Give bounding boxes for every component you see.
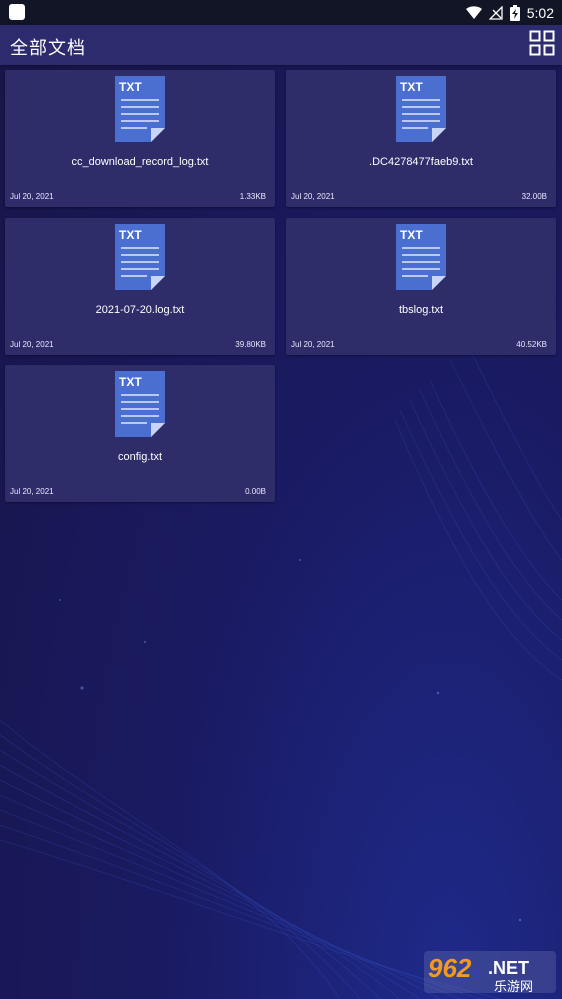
status-bar: 5:02 (0, 0, 562, 25)
file-date: Jul 20, 2021 (291, 192, 335, 201)
file-size: 0.00B (245, 487, 266, 496)
txt-file-icon: TXT (115, 76, 165, 142)
txt-file-icon: TXT (115, 371, 165, 437)
file-type-label: TXT (119, 80, 142, 94)
watermark-logo: 962 .NET 乐游网 (424, 951, 556, 995)
file-name: config.txt (117, 451, 163, 463)
txt-file-icon: TXT (115, 224, 165, 290)
file-card[interactable]: TXT .DC4278477faeb9.txt Jul 20, 2021 32.… (286, 70, 556, 207)
file-size: 39.80KB (235, 340, 266, 349)
grid-view-icon[interactable] (529, 30, 555, 56)
file-date: Jul 20, 2021 (10, 487, 54, 496)
file-name: tbslog.txt (398, 304, 444, 316)
txt-file-icon: TXT (396, 76, 446, 142)
file-type-label: TXT (400, 80, 423, 94)
txt-file-icon: TXT (396, 224, 446, 290)
file-card[interactable]: TXT config.txt Jul 20, 2021 0.00B (5, 365, 275, 502)
file-date: Jul 20, 2021 (10, 192, 54, 201)
file-type-label: TXT (119, 375, 142, 389)
page-title: 全部文档 (10, 38, 86, 58)
file-type-label: TXT (119, 228, 142, 242)
watermark-brand: 962 (428, 953, 472, 983)
file-name: cc_download_record_log.txt (71, 156, 209, 168)
file-date: Jul 20, 2021 (291, 340, 335, 349)
watermark-subtitle: 乐游网 (494, 980, 533, 995)
file-name: .DC4278477faeb9.txt (369, 156, 473, 168)
file-card[interactable]: TXT 2021-07-20.log.txt Jul 20, 2021 39.8… (5, 218, 275, 355)
watermark-suffix: .NET (488, 958, 529, 978)
file-size: 1.33KB (239, 192, 266, 201)
no-signal-icon (488, 5, 503, 20)
app-bar: 全部文档 (0, 25, 562, 65)
app-notification-icon (9, 4, 25, 20)
file-date: Jul 20, 2021 (10, 340, 54, 349)
battery-charging-icon (509, 4, 520, 21)
file-size: 40.52KB (516, 340, 547, 349)
status-time: 5:02 (526, 4, 554, 21)
file-size: 32.00B (521, 192, 547, 201)
file-card[interactable]: TXT cc_download_record_log.txt Jul 20, 2… (5, 70, 275, 207)
wifi-icon (465, 5, 482, 19)
file-name: 2021-07-20.log.txt (95, 304, 185, 316)
file-type-label: TXT (400, 228, 423, 242)
file-card[interactable]: TXT tbslog.txt Jul 20, 2021 40.52KB (286, 218, 556, 355)
status-icons: 5:02 (465, 0, 554, 25)
